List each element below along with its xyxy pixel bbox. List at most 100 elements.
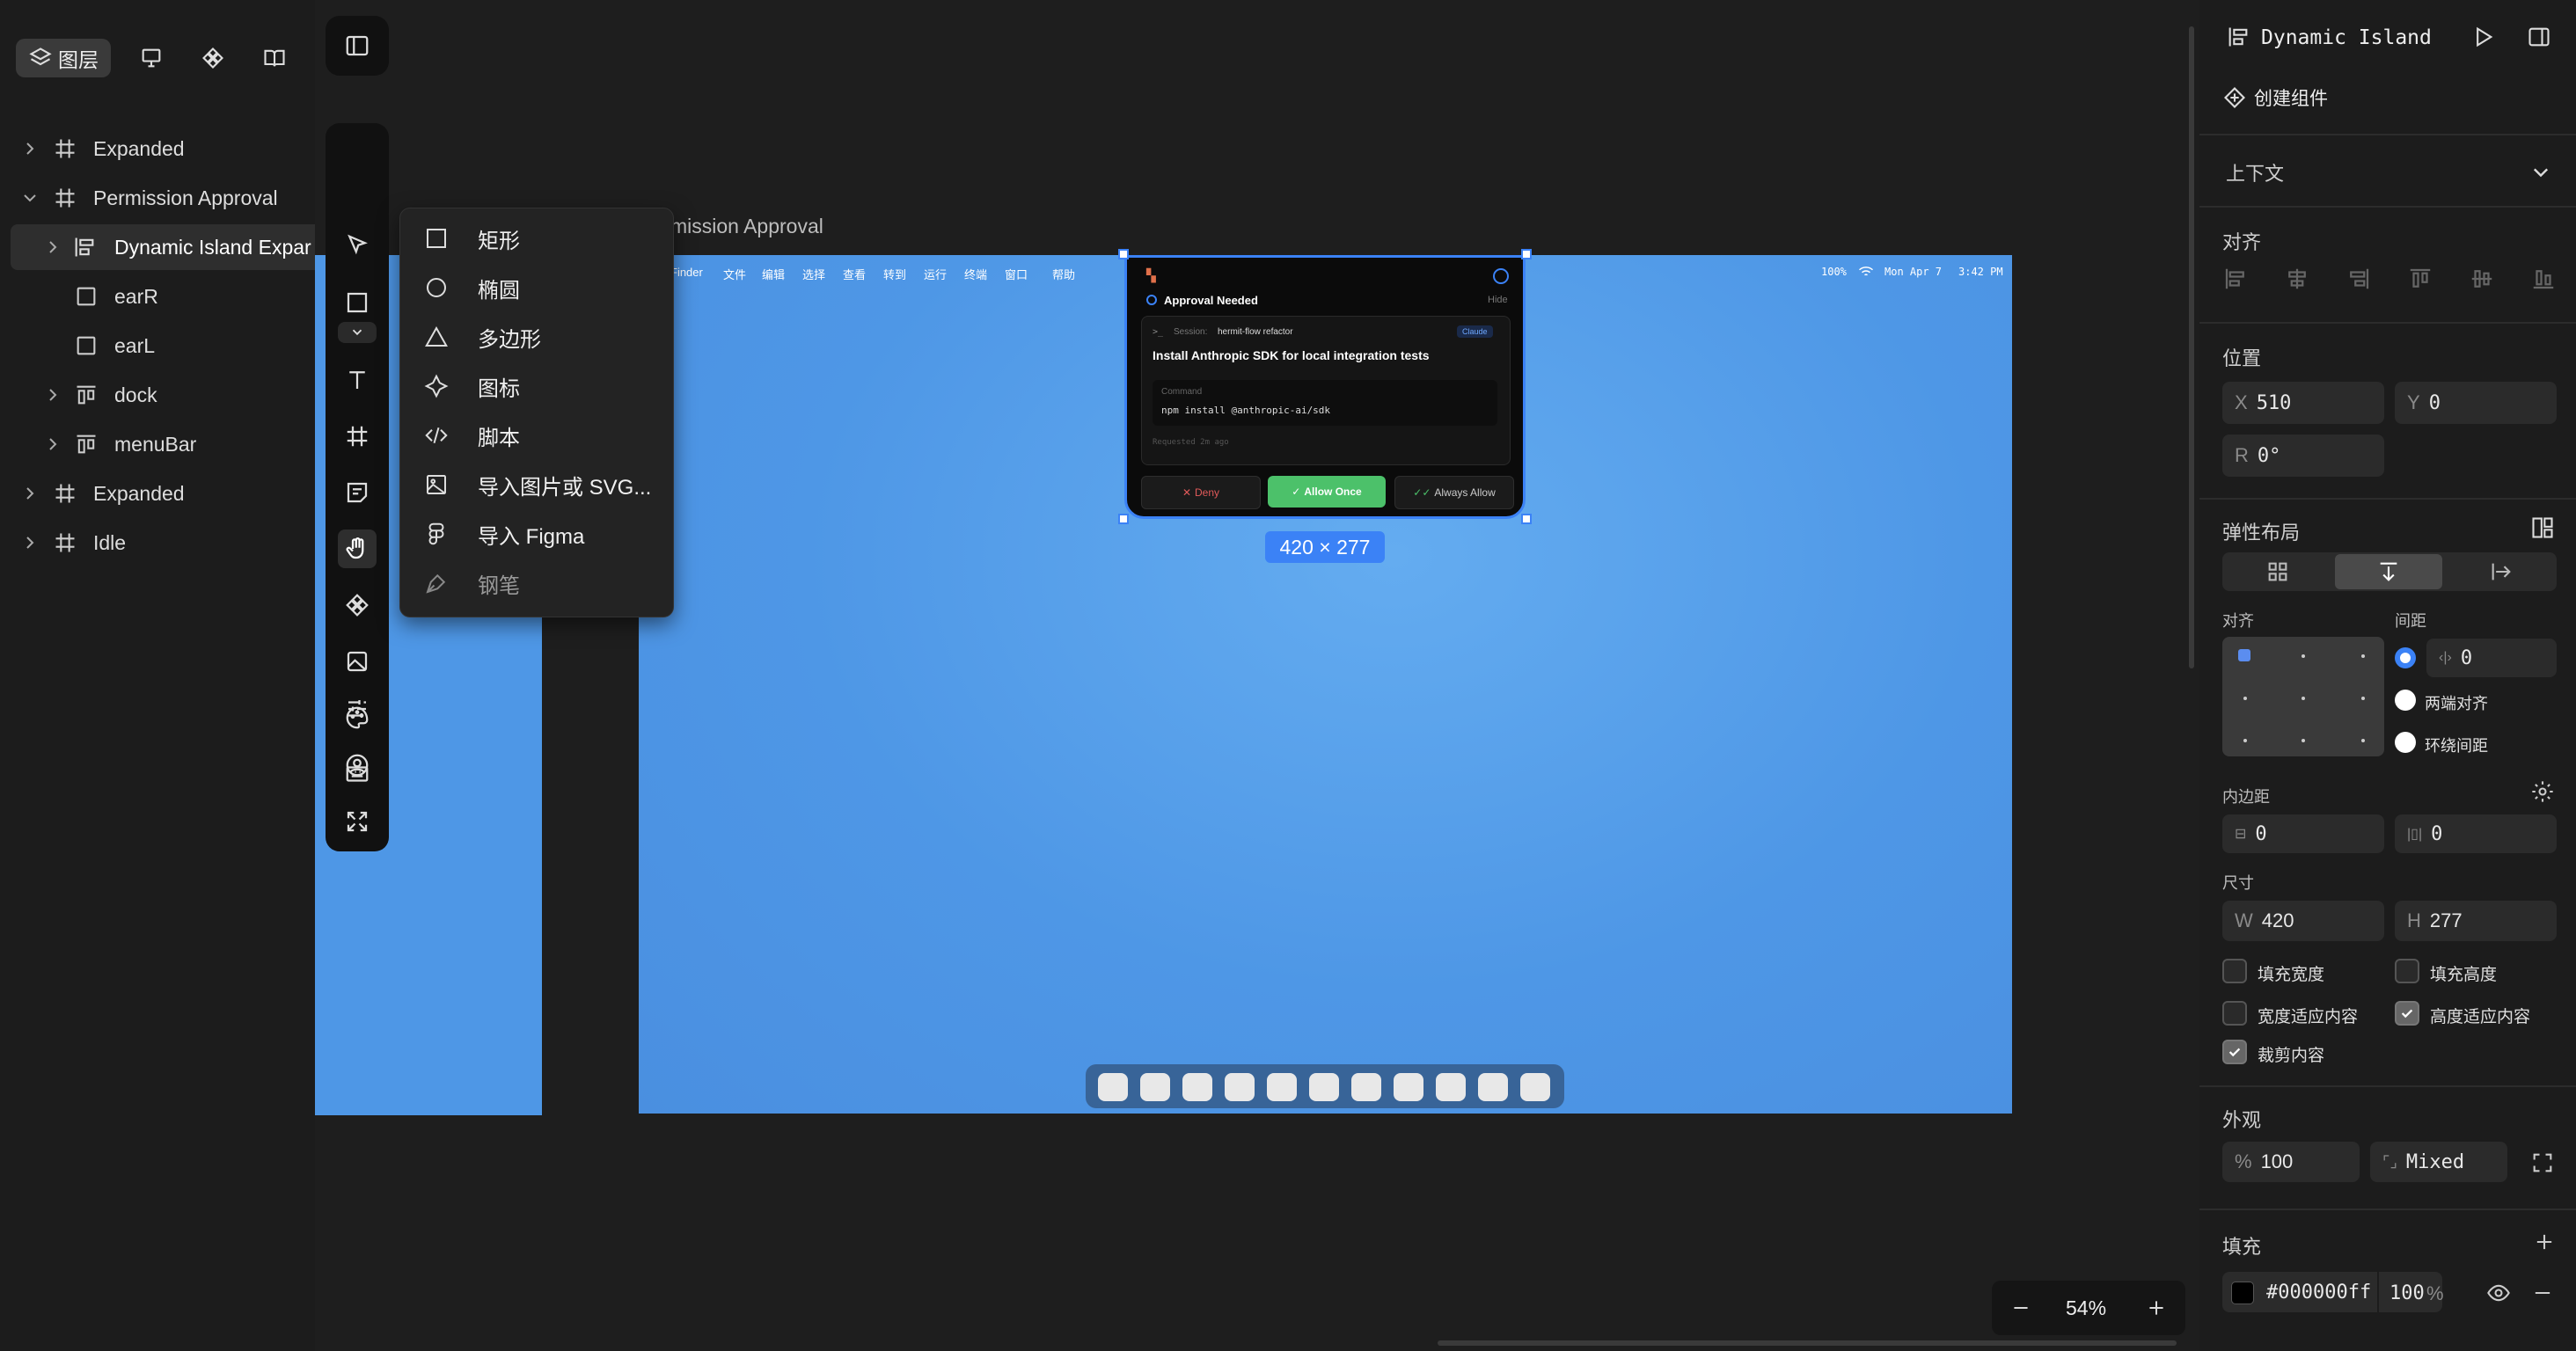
- menu-item[interactable]: 帮助: [1052, 266, 1075, 282]
- align-dot[interactable]: [2243, 739, 2247, 742]
- menu-item-import-image[interactable]: 导入图片或 SVG...: [400, 460, 673, 509]
- fill-width-checkbox[interactable]: [2222, 959, 2247, 983]
- right-sidebar-icon[interactable]: [2527, 25, 2551, 49]
- hide-link[interactable]: Hide: [1488, 295, 1508, 305]
- more-shapes-chevron-icon[interactable]: [338, 322, 377, 343]
- play-icon[interactable]: [2470, 25, 2495, 49]
- layer-row[interactable]: earL: [0, 323, 315, 369]
- context-section[interactable]: 上下文: [2199, 144, 2576, 201]
- padding-vertical-field[interactable]: ⊟ 0: [2222, 814, 2384, 853]
- dock-app-icon[interactable]: [1309, 1073, 1339, 1101]
- menu-item-ellipse[interactable]: 椭圆: [400, 263, 673, 312]
- menu-item[interactable]: 转到: [883, 266, 906, 282]
- menu-item-rectangle[interactable]: 矩形: [400, 214, 673, 263]
- corner-radius-field[interactable]: ⌜⌟ Mixed: [2370, 1142, 2507, 1182]
- menu-item[interactable]: 选择: [802, 266, 825, 282]
- sliders-icon[interactable]: [338, 690, 377, 728]
- align-dot-active[interactable]: [2238, 649, 2250, 661]
- dock-app-icon[interactable]: [1436, 1073, 1466, 1101]
- resize-handle[interactable]: [1521, 249, 1532, 259]
- rotation-field[interactable]: R 0°: [2222, 435, 2384, 477]
- pointer-icon[interactable]: [338, 227, 377, 266]
- layer-row[interactable]: dock: [0, 372, 315, 418]
- rectangle-tool-icon[interactable]: [338, 283, 377, 322]
- width-field[interactable]: W 420: [2222, 901, 2384, 941]
- zoom-value[interactable]: 54%: [2066, 1296, 2106, 1320]
- resize-handle[interactable]: [1521, 514, 1532, 524]
- dock-app-icon[interactable]: [1140, 1073, 1170, 1101]
- align-right-icon[interactable]: [2345, 266, 2372, 297]
- chevron-right-icon[interactable]: [44, 386, 62, 404]
- layer-row-selected[interactable]: Dynamic Island Expar: [11, 224, 315, 270]
- dock-app-icon[interactable]: [1351, 1073, 1381, 1101]
- command-text[interactable]: npm install @anthropic-ai/sdk: [1161, 405, 1330, 416]
- fill-swatch[interactable]: [2231, 1282, 2254, 1304]
- align-center-h-icon[interactable]: [2284, 266, 2310, 297]
- layout-toggle-icon[interactable]: [2530, 515, 2555, 540]
- menu-item[interactable]: 编辑: [762, 266, 785, 282]
- align-dot[interactable]: [2302, 697, 2305, 700]
- align-center-v-icon[interactable]: [2469, 266, 2495, 297]
- deny-button[interactable]: ✕ Deny: [1141, 476, 1261, 509]
- tab-presentation[interactable]: [132, 39, 171, 77]
- image-tool-icon[interactable]: [338, 642, 377, 681]
- padding-horizontal-field[interactable]: |▯| 0: [2395, 814, 2557, 853]
- horizontal-scrollbar[interactable]: [1438, 1340, 2177, 1346]
- menu-item[interactable]: 文件: [723, 266, 746, 282]
- dock-app-icon[interactable]: [1267, 1073, 1297, 1101]
- user-circle-icon[interactable]: [338, 746, 377, 785]
- align-dot[interactable]: [2361, 739, 2365, 742]
- x-field[interactable]: X 510: [2222, 382, 2384, 424]
- menu-item-polygon[interactable]: 多边形: [400, 312, 673, 361]
- space-between-radio[interactable]: [2395, 690, 2416, 711]
- align-dot[interactable]: [2361, 654, 2365, 658]
- sidebar-toggle-icon[interactable]: [338, 26, 377, 65]
- y-field[interactable]: Y0: [2395, 382, 2557, 424]
- layer-row[interactable]: Permission Approval: [0, 175, 315, 221]
- dock-app-icon[interactable]: [1478, 1073, 1508, 1101]
- fill-height-checkbox[interactable]: [2395, 959, 2419, 983]
- zoom-in-icon[interactable]: [2145, 1296, 2168, 1319]
- zoom-out-icon[interactable]: [2009, 1296, 2032, 1319]
- vertical-scrollbar[interactable]: [2189, 26, 2194, 668]
- dock-app-icon[interactable]: [1098, 1073, 1128, 1101]
- layer-row[interactable]: Idle: [0, 520, 315, 566]
- align-top-icon[interactable]: [2407, 266, 2433, 297]
- gap-field[interactable]: ‹|› 0: [2426, 639, 2557, 677]
- menu-item-script[interactable]: 脚本: [400, 411, 673, 460]
- gear-icon[interactable]: [2530, 779, 2555, 804]
- remove-fill-icon[interactable]: [2530, 1281, 2555, 1305]
- dock-app-icon[interactable]: [1520, 1073, 1550, 1101]
- alignment-grid[interactable]: [2222, 637, 2384, 756]
- layer-row[interactable]: menuBar: [0, 421, 315, 467]
- menu-item-pen[interactable]: 钢笔: [400, 559, 673, 608]
- eye-icon[interactable]: [2486, 1281, 2511, 1305]
- menu-item[interactable]: 终端: [964, 266, 987, 282]
- add-fill-icon[interactable]: [2532, 1230, 2557, 1254]
- layer-row[interactable]: Expanded: [0, 471, 315, 516]
- create-component-button[interactable]: 创建组件: [2222, 84, 2328, 111]
- height-field[interactable]: H 277: [2395, 901, 2557, 941]
- hug-height-checkbox[interactable]: [2395, 1001, 2419, 1026]
- menu-item[interactable]: Finder: [670, 266, 703, 279]
- frame-label[interactable]: mission Approval: [670, 215, 823, 238]
- layer-row[interactable]: Expanded: [0, 126, 315, 172]
- chevron-down-icon[interactable]: [21, 189, 39, 207]
- note-icon[interactable]: [338, 473, 377, 512]
- align-dot[interactable]: [2243, 697, 2247, 700]
- dock-app-icon[interactable]: [1182, 1073, 1212, 1101]
- align-dot[interactable]: [2302, 739, 2305, 742]
- chevron-right-icon[interactable]: [44, 435, 62, 453]
- align-bottom-icon[interactable]: [2530, 266, 2557, 297]
- gap-fixed-radio[interactable]: [2395, 647, 2416, 668]
- menu-item[interactable]: 查看: [843, 266, 866, 282]
- space-around-radio[interactable]: [2395, 732, 2416, 753]
- chevron-right-icon[interactable]: [21, 485, 39, 502]
- chevron-down-icon[interactable]: [2530, 162, 2551, 183]
- align-left-icon[interactable]: [2222, 266, 2249, 297]
- always-allow-button[interactable]: ✓✓ Always Allow: [1394, 476, 1514, 509]
- align-dot[interactable]: [2361, 697, 2365, 700]
- horizontal-direction-icon[interactable]: [2446, 552, 2557, 591]
- frame-tool-icon[interactable]: [338, 417, 377, 456]
- allow-once-button[interactable]: ✓ Allow Once: [1268, 476, 1386, 508]
